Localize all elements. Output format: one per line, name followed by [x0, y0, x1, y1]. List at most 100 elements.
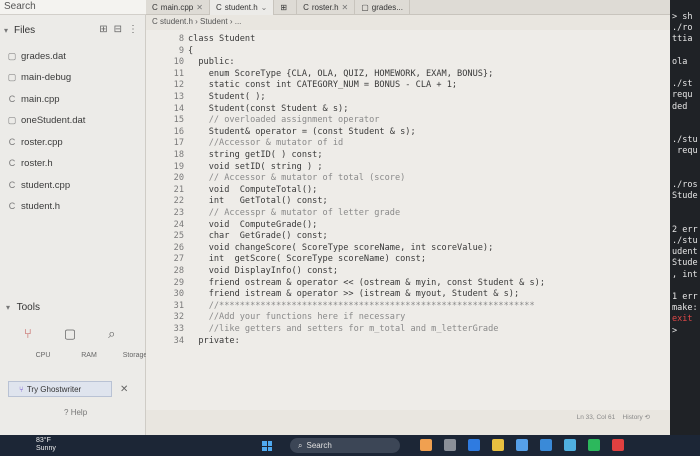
- code-text: void ComputeTotal();: [188, 184, 318, 195]
- terminal-panel[interactable]: > sh ./ro ttia ola ./st requ ded ./stu requ ./ro…: [670, 0, 700, 435]
- tab-student-h[interactable]: C student.h ⌄: [209, 0, 275, 15]
- search-icon[interactable]: ⌕: [108, 326, 115, 342]
- terminal-line: ttia: [672, 34, 693, 45]
- file-item-roster-cpp[interactable]: C roster.cpp: [6, 134, 63, 150]
- code-text: int getScore( ScoreType scoreName) const…: [188, 254, 426, 265]
- app-icon[interactable]: [468, 439, 480, 451]
- code-text: private:: [188, 335, 240, 346]
- file-item-roster-h[interactable]: C roster.h: [6, 155, 53, 171]
- line-number: 23: [173, 208, 184, 218]
- files-header-actions: ⊞ ⊟ ⋮: [99, 24, 138, 35]
- line-number: 22: [173, 196, 184, 207]
- tab-roster-h[interactable]: C roster.h ✕: [297, 0, 356, 15]
- close-icon[interactable]: ✕: [342, 3, 349, 12]
- code-text: //Accessor & mutator of id: [188, 138, 344, 149]
- file-icon: ▢: [361, 3, 369, 12]
- line-number: 16: [173, 126, 184, 137]
- line-number: 13: [173, 92, 184, 102]
- cpp-file-icon: C: [8, 94, 16, 104]
- code-text: // Accesspr & mutator of letter grade: [188, 208, 401, 218]
- tools-header[interactable]: ▾ Tools: [6, 302, 40, 313]
- line-number: 25: [173, 231, 184, 242]
- code-text: enum ScoreType {CLA, OLA, QUIZ, HOMEWORK…: [188, 68, 494, 79]
- tool-icons: ⑂ ▢ ⌕: [24, 326, 115, 342]
- c-header-icon: C: [8, 158, 16, 168]
- tab-grades[interactable]: ▢ grades...: [355, 0, 410, 15]
- chevron-down-icon[interactable]: ⌄: [261, 3, 268, 12]
- terminal-line: ./stu: [672, 236, 698, 246]
- taskbar-search[interactable]: ⌕ Search: [290, 438, 400, 453]
- code-text: public:: [188, 57, 235, 68]
- code-text: {: [188, 45, 194, 56]
- cursor-position[interactable]: Ln 33, Col 61 History ⟲: [577, 413, 650, 421]
- line-number: 27: [173, 254, 184, 265]
- tab-unnamed[interactable]: ⊞: [274, 0, 298, 15]
- code-text: // overloaded assignment operator: [188, 115, 380, 126]
- chat-icon[interactable]: ▢: [64, 326, 76, 342]
- windows-start-icon[interactable]: [262, 441, 272, 451]
- line-number: 9: [178, 45, 184, 56]
- code-text: int GetTotal() const;: [188, 196, 328, 207]
- app-icon[interactable]: [612, 439, 624, 451]
- line-number: 17: [173, 138, 184, 149]
- resource-labels: CPU RAM Storage: [20, 352, 158, 359]
- code-text: //**************************************…: [188, 300, 535, 311]
- app-icon[interactable]: [564, 439, 576, 451]
- app-icon[interactable]: [516, 439, 528, 451]
- tab-main-cpp[interactable]: C main.cpp ✕: [146, 0, 210, 15]
- terminal-line: ded: [672, 101, 688, 112]
- terminal-line: ./st: [672, 79, 693, 90]
- file-item-grades-dat[interactable]: ▢ grades.dat: [6, 48, 66, 64]
- line-number: 11: [173, 68, 184, 79]
- sidebar-search[interactable]: Search: [0, 0, 146, 15]
- terminal-line: make:: [672, 303, 698, 314]
- code-editor[interactable]: 8 class Student 9 {10 public: 11 enum ScoreT…: [146, 30, 670, 410]
- breadcrumb[interactable]: C student.h › Student › ...: [152, 17, 241, 26]
- line-number: 10: [173, 57, 184, 68]
- c-header-icon: C: [152, 17, 158, 26]
- code-text: void changeScore( ScoreType scoreName, i…: [188, 242, 494, 253]
- file-item-student-h[interactable]: C student.h: [6, 198, 60, 214]
- folder-icon[interactable]: [492, 439, 504, 451]
- line-number: 19: [173, 161, 184, 172]
- ram-label: RAM: [81, 352, 97, 359]
- editor-tabbar: C main.cpp ✕ C student.h ⌄ ⊞ C roster.h …: [146, 0, 670, 15]
- close-icon[interactable]: ✕: [120, 384, 128, 395]
- terminal-line: 2 err: [672, 224, 698, 235]
- file-icon: ▢: [7, 50, 17, 61]
- terminal-line: udent: [672, 247, 698, 258]
- more-options-icon[interactable]: ⋮: [128, 24, 138, 35]
- line-number: 14: [173, 103, 184, 114]
- code-text: string getID( ) const;: [188, 150, 323, 160]
- c-header-icon: C: [303, 3, 309, 12]
- terminal-line: Stude: [672, 258, 698, 269]
- terminal-line: > sh: [672, 12, 693, 22]
- new-folder-icon[interactable]: ⊟: [114, 24, 122, 35]
- app-icon[interactable]: [540, 439, 552, 451]
- file-item-main-cpp[interactable]: C main.cpp: [6, 91, 60, 107]
- help-link[interactable]: ? Help: [64, 408, 87, 417]
- app-icon[interactable]: [444, 439, 456, 451]
- code-text: void DisplayInfo() const;: [188, 266, 339, 276]
- cpp-file-icon: C: [8, 180, 16, 190]
- files-header[interactable]: ▾ Files ⊞ ⊟ ⋮: [0, 20, 146, 40]
- chevron-down-icon: ▾: [6, 303, 11, 312]
- weather-widget[interactable]: 83°F Sunny: [36, 437, 56, 453]
- close-icon[interactable]: ✕: [196, 3, 203, 12]
- terminal-line: ./ros: [672, 180, 698, 190]
- code-text: //Add your functions here if necessary: [188, 312, 406, 323]
- app-icon[interactable]: [588, 439, 600, 451]
- files-label: Files: [14, 24, 36, 36]
- file-item-student-cpp[interactable]: C student.cpp: [6, 177, 70, 193]
- search-icon: ⌕: [298, 440, 303, 450]
- file-item-main-debug[interactable]: ▢ main-debug: [6, 69, 71, 85]
- editor-statusbar: Ln 33, Col 61 History ⟲: [146, 410, 670, 424]
- new-file-icon[interactable]: ⊞: [99, 24, 107, 35]
- try-ghostwriter-button[interactable]: ⑂ Try Ghostwriter: [8, 381, 112, 397]
- code-text: // Accessor & mutator of total (score): [188, 173, 406, 184]
- git-icon[interactable]: ⑂: [24, 326, 32, 342]
- line-number: 12: [173, 80, 184, 91]
- cpp-file-icon: C: [152, 3, 158, 12]
- file-item-onestudent-dat[interactable]: ▢ oneStudent.dat: [6, 112, 86, 128]
- app-icon[interactable]: [420, 439, 432, 451]
